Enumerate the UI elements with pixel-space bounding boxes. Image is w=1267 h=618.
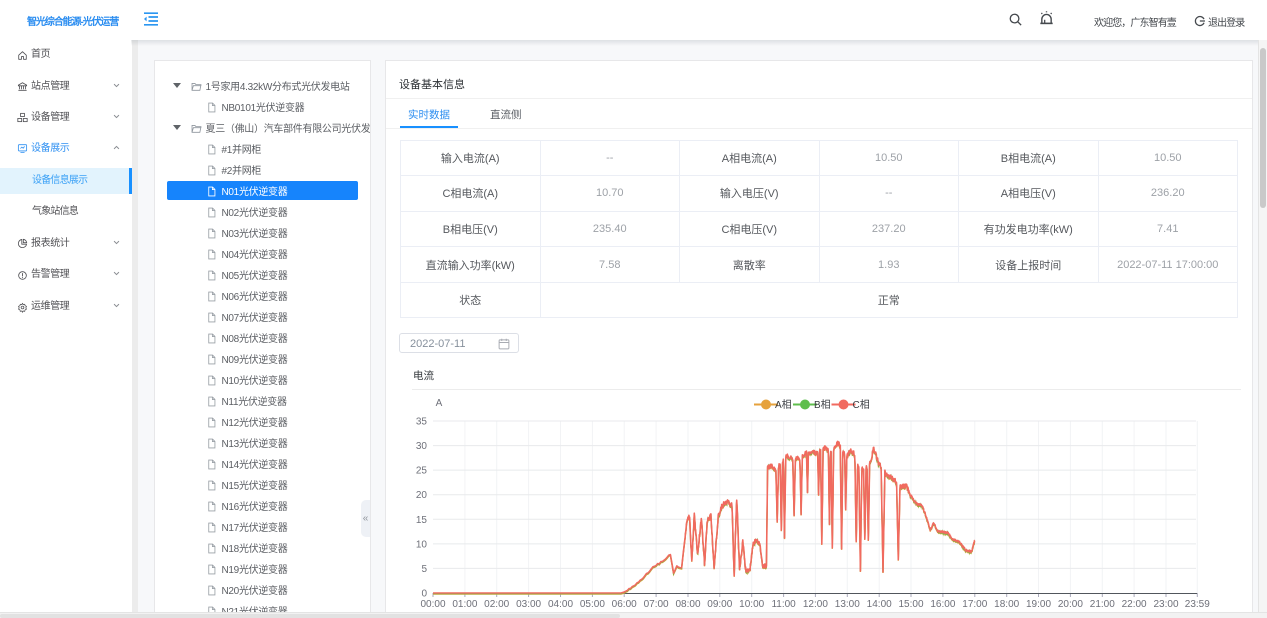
svg-text:03:00: 03:00	[516, 599, 541, 610]
svg-text:17:00: 17:00	[962, 599, 987, 610]
svg-text:11:00: 11:00	[771, 599, 796, 610]
svg-text:10:00: 10:00	[739, 599, 764, 610]
svg-text:07:00: 07:00	[644, 599, 669, 610]
svg-text:12:00: 12:00	[803, 599, 828, 610]
svg-text:09:00: 09:00	[707, 599, 732, 610]
svg-text:15: 15	[416, 515, 428, 526]
svg-text:08:00: 08:00	[675, 599, 700, 610]
svg-text:15:00: 15:00	[898, 599, 923, 610]
svg-text:25: 25	[416, 466, 428, 477]
svg-text:35: 35	[416, 417, 428, 428]
svg-text:05:00: 05:00	[580, 599, 605, 610]
svg-text:04:00: 04:00	[548, 599, 573, 610]
svg-text:19:00: 19:00	[1026, 599, 1051, 610]
svg-text:A相: A相	[775, 398, 792, 411]
svg-text:20:00: 20:00	[1058, 599, 1083, 610]
svg-text:23:00: 23:00	[1153, 599, 1178, 610]
svg-text:21:00: 21:00	[1090, 599, 1115, 610]
svg-text:13:00: 13:00	[835, 599, 860, 610]
svg-text:01:00: 01:00	[452, 599, 477, 610]
svg-text:B相: B相	[814, 398, 831, 411]
svg-text:14:00: 14:00	[867, 599, 892, 610]
svg-text:20: 20	[416, 490, 428, 501]
svg-text:C相: C相	[853, 398, 870, 411]
svg-text:0: 0	[421, 589, 427, 600]
svg-text:16:00: 16:00	[930, 599, 955, 610]
svg-text:23:59: 23:59	[1185, 599, 1210, 610]
svg-text:00:00: 00:00	[420, 599, 445, 610]
svg-text:22:00: 22:00	[1122, 599, 1147, 610]
svg-text:5: 5	[421, 564, 427, 575]
svg-text:A: A	[436, 398, 443, 409]
svg-text:30: 30	[416, 441, 428, 452]
svg-text:18:00: 18:00	[994, 599, 1019, 610]
svg-text:06:00: 06:00	[612, 599, 637, 610]
svg-text:02:00: 02:00	[484, 599, 509, 610]
svg-text:10: 10	[416, 539, 428, 550]
